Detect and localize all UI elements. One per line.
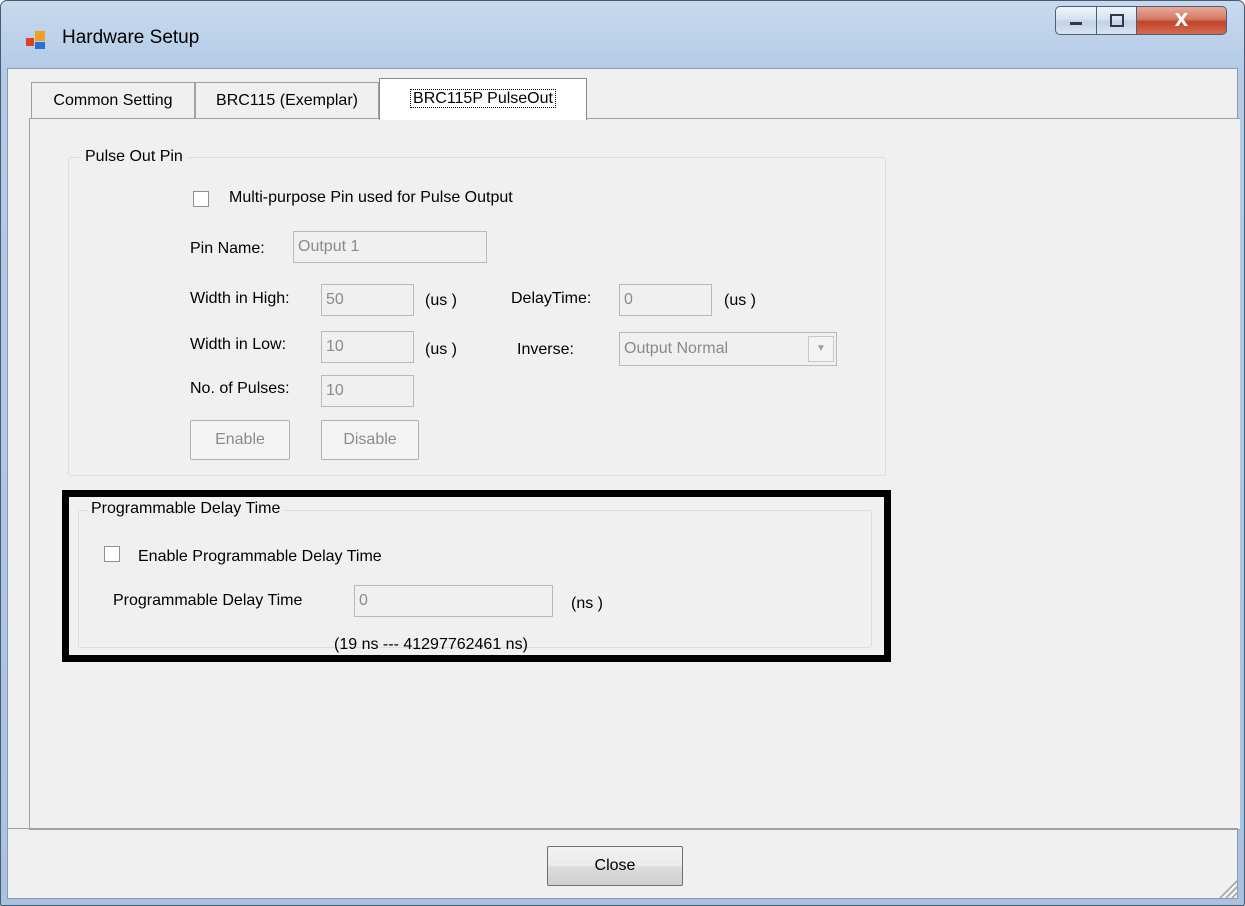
maximize-icon (1109, 13, 1124, 27)
delay-time-unit: (us ) (724, 292, 756, 309)
tab-common-setting[interactable]: Common Setting (31, 82, 195, 118)
window-close-button[interactable]: X (1137, 6, 1227, 35)
maximize-button[interactable] (1097, 6, 1137, 35)
delay-time-field[interactable]: 0 (619, 284, 712, 316)
enable-delay-checkbox[interactable] (104, 546, 120, 562)
width-high-unit: (us ) (425, 292, 457, 309)
app-icon (26, 31, 45, 49)
pin-name-field[interactable]: Output 1 (293, 231, 487, 263)
multi-purpose-checkbox[interactable] (193, 191, 209, 207)
group-title: Programmable Delay Time (88, 500, 284, 518)
tab-label: BRC115P PulseOut (410, 89, 556, 108)
enable-button[interactable]: Enable (190, 420, 290, 460)
group-title: Pulse Out Pin (85, 148, 183, 165)
disable-button[interactable]: Disable (321, 420, 419, 460)
multi-purpose-label: Multi-purpose Pin used for Pulse Output (229, 189, 513, 206)
minimize-button[interactable] (1055, 6, 1097, 35)
width-low-label: Width in Low: (190, 336, 287, 353)
delay-unit: (ns ) (571, 595, 603, 612)
delay-field[interactable]: 0 (354, 585, 553, 617)
close-icon: X (1174, 10, 1189, 31)
enable-delay-label: Enable Programmable Delay Time (138, 548, 382, 565)
inverse-label: Inverse: (517, 341, 574, 358)
pulses-label: No. of Pulses: (190, 380, 290, 397)
tab-brc115p-pulseout[interactable]: BRC115P PulseOut (379, 78, 587, 120)
minimize-icon (1070, 21, 1082, 25)
resize-grip-icon[interactable] (1210, 870, 1240, 900)
width-low-field[interactable]: 10 (321, 331, 414, 363)
width-high-field[interactable]: 50 (321, 284, 414, 316)
window-title: Hardware Setup (62, 27, 200, 48)
tab-brc115-exemplar[interactable]: BRC115 (Exemplar) (195, 82, 379, 118)
separator (7, 828, 1238, 829)
pin-name-label: Pin Name: (190, 240, 265, 257)
inverse-selected: Output Normal (624, 340, 729, 357)
inverse-dropdown[interactable]: Output Normal ▼ (619, 332, 837, 366)
width-low-unit: (us ) (425, 341, 457, 358)
delay-label: Programmable Delay Time (113, 592, 303, 609)
chevron-down-icon[interactable]: ▼ (808, 336, 834, 362)
delay-range-text: (19 ns --- 41297762461 ns) (334, 636, 528, 653)
pulses-field[interactable]: 10 (321, 375, 414, 407)
width-high-label: Width in High: (190, 290, 290, 307)
close-button[interactable]: Close (547, 846, 683, 886)
delay-time-label: DelayTime: (511, 290, 592, 307)
